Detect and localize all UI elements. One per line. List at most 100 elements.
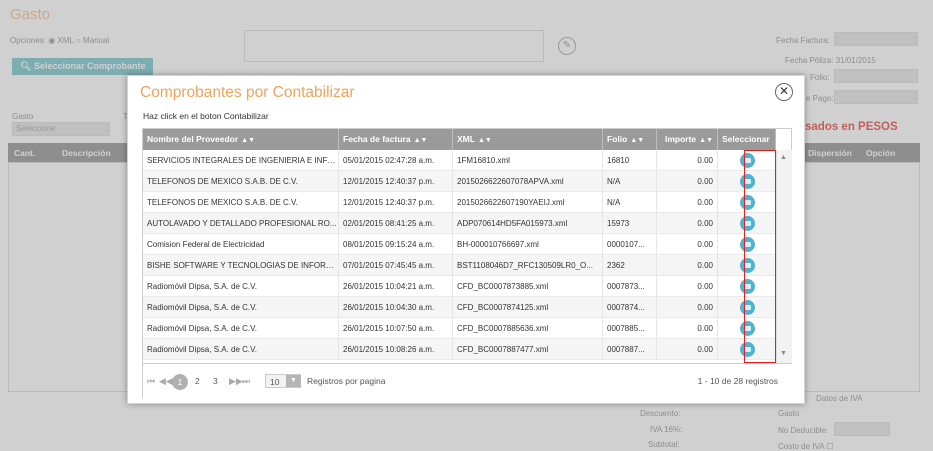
cell-xml: CFD_BC0007873885.xml: [453, 276, 603, 297]
cell-xml: BH-000010766697.xml: [453, 234, 603, 255]
cell-folio: N/A: [603, 192, 657, 213]
grid-scrollbar[interactable]: ▲ ▼: [776, 150, 792, 363]
cell-importe: 0.00: [657, 276, 718, 297]
cell-importe: 0.00: [657, 171, 718, 192]
cell-xml: 2015026622607078APVA.xml: [453, 171, 603, 192]
cell-importe: 0.00: [657, 150, 718, 171]
sort-icon: ▲▼: [241, 137, 256, 144]
cell-xml: 2015026622607190YAEIJ.xml: [453, 192, 603, 213]
cell-importe: 0.00: [657, 318, 718, 339]
table-row[interactable]: Radiomóvil Dipsa, S.A. de C.V. 26/01/201…: [143, 297, 776, 318]
col-xml-label: XML: [457, 134, 475, 144]
col-seleccionar-label: Seleccionar: [722, 134, 770, 144]
last-page-icon[interactable]: ⏭: [242, 376, 250, 387]
page-2-button[interactable]: 2: [195, 376, 200, 386]
cell-fecha: 08/01/2015 09:15:24 a.m.: [339, 234, 453, 255]
cell-proveedor: TELEFONOS DE MEXICO S.A.B. DE C.V.: [143, 171, 339, 192]
cell-proveedor: AUTOLAVADO Y DETALLADO PROFESIONAL RO...: [143, 213, 339, 234]
cell-importe: 0.00: [657, 192, 718, 213]
seleccionar-highlight: [744, 150, 776, 363]
col-xml[interactable]: XML ▲▼: [453, 129, 603, 150]
table-row[interactable]: TELEFONOS DE MEXICO S.A.B. DE C.V. 12/01…: [143, 192, 776, 213]
sort-icon: ▲▼: [413, 137, 428, 144]
cell-fecha: 26/01/2015 10:04:21 a.m.: [339, 276, 453, 297]
cell-importe: 0.00: [657, 339, 718, 360]
cell-folio: 0007887...: [603, 339, 657, 360]
cell-xml: CFD_BC0007887477.xml: [453, 339, 603, 360]
table-row[interactable]: SERVICIOS INTEGRALES DE INGENIERIA E INF…: [143, 150, 776, 171]
cell-importe: 0.00: [657, 213, 718, 234]
table-row[interactable]: Radiomóvil Dipsa, S.A. de C.V. 26/01/201…: [143, 339, 776, 360]
cell-folio: 0007885...: [603, 318, 657, 339]
cell-importe: 0.00: [657, 255, 718, 276]
table-row[interactable]: BISHE SOFTWARE Y TECNOLOGIAS DE INFORM..…: [143, 255, 776, 276]
cell-fecha: 02/01/2015 08:41:25 a.m.: [339, 213, 453, 234]
pager-summary: 1 - 10 de 28 registros: [697, 376, 778, 386]
sort-icon: ▲▼: [630, 137, 645, 144]
table-row[interactable]: Radiomóvil Dipsa, S.A. de C.V. 26/01/201…: [143, 318, 776, 339]
col-importe-label: Importe: [664, 134, 697, 144]
cell-xml: 1FM16810.xml: [453, 150, 603, 171]
cell-fecha: 26/01/2015 10:08:26 a.m.: [339, 339, 453, 360]
cell-xml: CFD_BC0007874125.xml: [453, 297, 603, 318]
sort-icon: ▲▼: [699, 137, 713, 144]
col-proveedor[interactable]: Nombre del Proveedor ▲▼: [143, 129, 339, 150]
cell-xml: BST1108046D7_RFC130509LR0_O...: [453, 255, 603, 276]
per-page-label: Registros por pagina: [307, 376, 386, 386]
scroll-up-icon[interactable]: ▲: [780, 154, 787, 161]
table-row[interactable]: AUTOLAVADO Y DETALLADO PROFESIONAL RO...…: [143, 213, 776, 234]
table-row[interactable]: Comision Federal de Electricidad 08/01/2…: [143, 234, 776, 255]
comprobantes-modal: Comprobantes por Contabilizar Haz click …: [127, 75, 805, 404]
cell-folio: 0007874...: [603, 297, 657, 318]
page-size-value: 10: [270, 377, 280, 387]
cell-folio: 16810: [603, 150, 657, 171]
cell-importe: 0.00: [657, 297, 718, 318]
close-icon[interactable]: ✕: [775, 83, 793, 101]
modal-title: Comprobantes por Contabilizar: [140, 84, 355, 101]
cell-folio: 15973: [603, 213, 657, 234]
cell-folio: 0000107...: [603, 234, 657, 255]
page-size-select[interactable]: 10 ▼: [265, 374, 301, 388]
col-importe[interactable]: Importe ▲▼: [657, 129, 718, 150]
cell-proveedor: Radiomóvil Dipsa, S.A. de C.V.: [143, 318, 339, 339]
next-page-icon[interactable]: ▶▶: [229, 376, 243, 387]
grid-header: Nombre del Proveedor ▲▼ Fecha de factura ▲…: [143, 129, 776, 150]
col-seleccionar: Seleccionar: [718, 129, 776, 150]
cell-fecha: 07/01/2015 07:45:45 a.m.: [339, 255, 453, 276]
col-folio-label: Folio: [607, 134, 628, 144]
first-page-icon[interactable]: ⏮: [147, 376, 155, 387]
cell-importe: 0.00: [657, 234, 718, 255]
cell-proveedor: Radiomóvil Dipsa, S.A. de C.V.: [143, 276, 339, 297]
col-folio[interactable]: Folio ▲▼: [603, 129, 657, 150]
col-proveedor-label: Nombre del Proveedor: [147, 134, 239, 144]
cell-xml: CFD_BC0007885636.xml: [453, 318, 603, 339]
page-1-button[interactable]: 1: [172, 374, 188, 390]
modal-subtitle: Haz click en el boton Contabilizar: [143, 111, 269, 121]
cell-folio: 2362: [603, 255, 657, 276]
col-fecha[interactable]: Fecha de factura ▲▼: [339, 129, 453, 150]
cell-folio: N/A: [603, 171, 657, 192]
table-row[interactable]: Radiomóvil Dipsa, S.A. de C.V. 26/01/201…: [143, 276, 776, 297]
cell-fecha: 12/01/2015 12:40:37 p.m.: [339, 192, 453, 213]
scroll-down-icon[interactable]: ▼: [780, 350, 787, 357]
prev-page-icon[interactable]: ◀◀: [159, 376, 173, 387]
table-row[interactable]: TELEFONOS DE MEXICO S.A.B. DE C.V. 12/01…: [143, 171, 776, 192]
cell-fecha: 05/01/2015 02:47:28 a.m.: [339, 150, 453, 171]
page-3-button[interactable]: 3: [213, 376, 218, 386]
cell-fecha: 26/01/2015 10:07:50 a.m.: [339, 318, 453, 339]
cell-proveedor: SERVICIOS INTEGRALES DE INGENIERIA E INF…: [143, 150, 339, 171]
cell-fecha: 12/01/2015 12:40:37 p.m.: [339, 171, 453, 192]
cell-proveedor: Comision Federal de Electricidad: [143, 234, 339, 255]
cell-fecha: 26/01/2015 10:04:30 a.m.: [339, 297, 453, 318]
cell-folio: 0007873...: [603, 276, 657, 297]
cell-proveedor: Radiomóvil Dipsa, S.A. de C.V.: [143, 297, 339, 318]
comprobantes-grid: Nombre del Proveedor ▲▼ Fecha de factura ▲…: [142, 128, 792, 398]
col-fecha-label: Fecha de factura: [343, 134, 411, 144]
grid-rows: SERVICIOS INTEGRALES DE INGENIERIA E INF…: [143, 150, 776, 360]
chevron-down-icon[interactable]: ▼: [286, 375, 301, 387]
sort-icon: ▲▼: [477, 137, 492, 144]
cell-proveedor: Radiomóvil Dipsa, S.A. de C.V.: [143, 339, 339, 360]
cell-proveedor: TELEFONOS DE MEXICO S.A.B. DE C.V.: [143, 192, 339, 213]
cell-proveedor: BISHE SOFTWARE Y TECNOLOGIAS DE INFORM..…: [143, 255, 339, 276]
grid-pager: ⏮ ◀◀ 1 2 3 ▶▶ ⏭ 10 ▼ Registros por pagin…: [143, 363, 792, 398]
